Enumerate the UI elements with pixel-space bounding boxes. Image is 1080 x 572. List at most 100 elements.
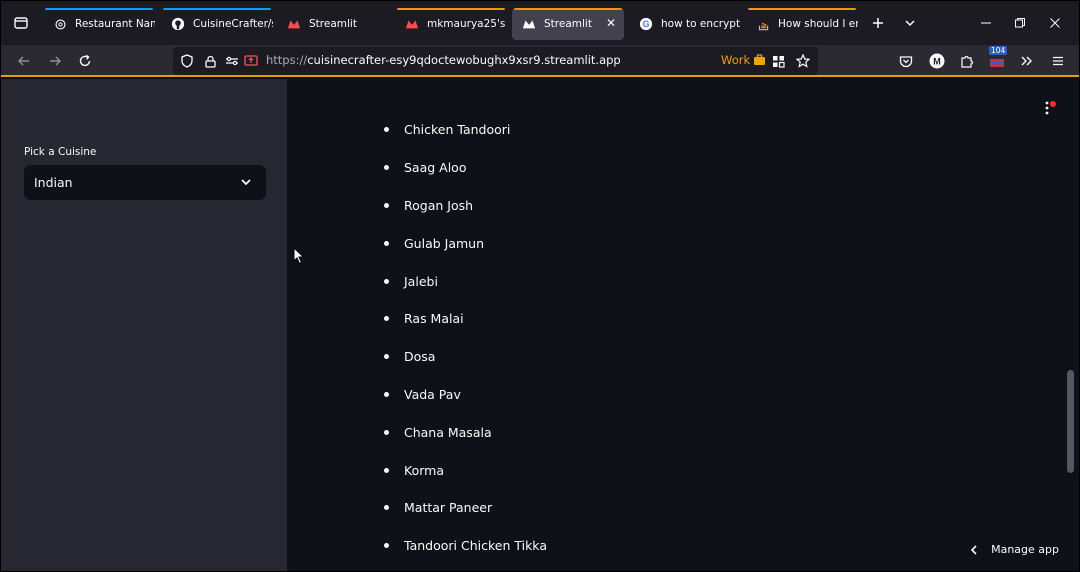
reload-icon	[79, 54, 91, 67]
permissions-icon[interactable]	[224, 53, 240, 69]
chevron-down-icon	[905, 20, 915, 27]
menu-item-name: Vada Pav	[404, 387, 461, 402]
account-avatar-icon: M	[929, 53, 945, 69]
tab-cuisinecrafter-github[interactable]: CuisineCrafter/secr	[161, 8, 273, 40]
streamlit-icon	[522, 17, 536, 31]
main-content: Chicken Tandoori Saag Aloo Rogan Josh Gu…	[287, 79, 1079, 571]
app-menu-button[interactable]	[1047, 50, 1069, 72]
navigation-toolbar: https://cuisinecrafter-esy9qdoctewobughx…	[1, 45, 1079, 77]
bookmark-star-icon[interactable]	[795, 53, 811, 69]
screen-share-icon[interactable]	[243, 53, 259, 69]
tab-label: mkmaurya25's app	[427, 18, 507, 30]
extension-flag-icon	[990, 59, 1004, 67]
menu-item-name: Tandoori Chicken Tikka	[404, 538, 547, 553]
extensions-button[interactable]	[956, 50, 978, 72]
close-tab-icon[interactable]: ✕	[606, 16, 616, 30]
restore-icon	[1015, 18, 1025, 28]
tab-container-line	[397, 8, 505, 10]
restore-window-button[interactable]	[1010, 13, 1030, 33]
back-button[interactable]	[13, 50, 35, 72]
menu-item-name: Chicken Tandoori	[404, 122, 511, 137]
tab-restaurant-name[interactable]: Restaurant Name G	[43, 8, 155, 40]
bullet-icon	[384, 354, 389, 359]
menu-item-name: Mattar Paneer	[404, 500, 493, 515]
lock-icon[interactable]	[202, 53, 218, 69]
account-button[interactable]: M	[926, 50, 948, 72]
reload-button[interactable]	[74, 50, 96, 72]
menu-item-name: Korma	[404, 463, 444, 478]
container-badge[interactable]: Work	[721, 53, 766, 67]
list-item: Gulab Jamun	[384, 236, 484, 251]
menu-item-name: Gulab Jamun	[404, 236, 485, 251]
svg-text:M: M	[933, 57, 941, 67]
bullet-icon	[384, 468, 389, 473]
bullet-icon	[384, 165, 389, 170]
shield-icon[interactable]	[179, 53, 195, 69]
list-item: Chicken Tandoori	[384, 122, 510, 137]
tab-streamlit-1[interactable]: Streamlit	[277, 8, 389, 40]
menu-item-name: Dosa	[404, 349, 436, 364]
manage-app-button[interactable]: Manage app	[969, 543, 1059, 556]
bullet-icon	[384, 203, 389, 208]
tab-container-line	[45, 8, 153, 10]
tab-label: how to encrypt ap	[661, 18, 741, 30]
tab-overview-icon	[14, 17, 28, 29]
address-bar[interactable]: https://cuisinecrafter-esy9qdoctewobughx…	[173, 47, 818, 75]
tab-stackoverflow[interactable]: How should I encr	[746, 8, 858, 40]
extension-badge-button[interactable]: 104	[986, 46, 1008, 72]
pocket-icon	[899, 55, 913, 67]
streamlit-icon	[287, 17, 301, 31]
tab-label: How should I encr	[778, 18, 858, 30]
github-icon	[171, 17, 185, 31]
mouse-cursor-icon	[293, 247, 305, 265]
list-item: Saag Aloo	[384, 160, 466, 175]
more-tools-button[interactable]	[1016, 50, 1038, 72]
tab-container-line	[514, 8, 622, 10]
bullet-icon	[384, 543, 389, 548]
browser-window: Restaurant Name G CuisineCrafter/secr St…	[0, 0, 1080, 572]
bullet-icon	[384, 316, 389, 321]
cuisine-select-label: Pick a Cuisine	[24, 146, 97, 158]
arrow-left-icon	[18, 56, 29, 66]
app-sidebar: Pick a Cuisine Indian	[1, 79, 287, 571]
briefcase-icon	[754, 54, 766, 65]
app-menu-kebab-icon[interactable]	[1043, 100, 1057, 116]
cuisine-select-value: Indian	[34, 175, 73, 190]
list-item: Dosa	[384, 349, 435, 364]
tab-streamlit-active[interactable]: Streamlit ✕	[512, 8, 624, 40]
minimize-window-button[interactable]	[976, 13, 996, 33]
tab-label: CuisineCrafter/secr	[193, 18, 273, 30]
openai-icon	[53, 17, 67, 31]
hamburger-menu-icon	[1053, 56, 1063, 66]
list-all-tabs-button[interactable]	[900, 13, 920, 33]
cuisine-select[interactable]: Indian	[24, 165, 266, 200]
tab-google-search[interactable]: G how to encrypt ap	[629, 8, 741, 40]
scrollbar-thumb[interactable]	[1067, 370, 1074, 473]
forward-button[interactable]	[44, 50, 66, 72]
tab-mkmaurya-app[interactable]: mkmaurya25's app	[395, 8, 507, 40]
container-label: Work	[721, 53, 751, 67]
tab-overview-button[interactable]	[8, 9, 34, 37]
pocket-button[interactable]	[895, 50, 917, 72]
stackoverflow-icon	[756, 17, 770, 31]
plus-icon	[873, 18, 883, 28]
bullet-icon	[384, 430, 389, 435]
grid-apps-icon[interactable]	[770, 53, 786, 69]
bullet-icon	[384, 127, 389, 132]
tab-label: Streamlit	[309, 18, 357, 30]
new-tab-button[interactable]	[868, 13, 888, 33]
list-item: Mattar Paneer	[384, 500, 492, 515]
tab-label: Streamlit	[544, 18, 592, 30]
url-protocol: https://	[266, 53, 308, 67]
close-icon	[1050, 18, 1060, 28]
close-window-button[interactable]	[1045, 13, 1065, 33]
list-item: Chana Masala	[384, 425, 492, 440]
menu-item-name: Chana Masala	[404, 425, 492, 440]
list-item: Tandoori Chicken Tikka	[384, 538, 547, 553]
list-item: Rogan Josh	[384, 198, 473, 213]
puzzle-icon	[961, 55, 974, 68]
tab-container-line	[163, 8, 271, 10]
minimize-icon	[981, 22, 991, 24]
arrow-right-icon	[50, 56, 61, 66]
chevron-down-icon	[241, 179, 251, 186]
